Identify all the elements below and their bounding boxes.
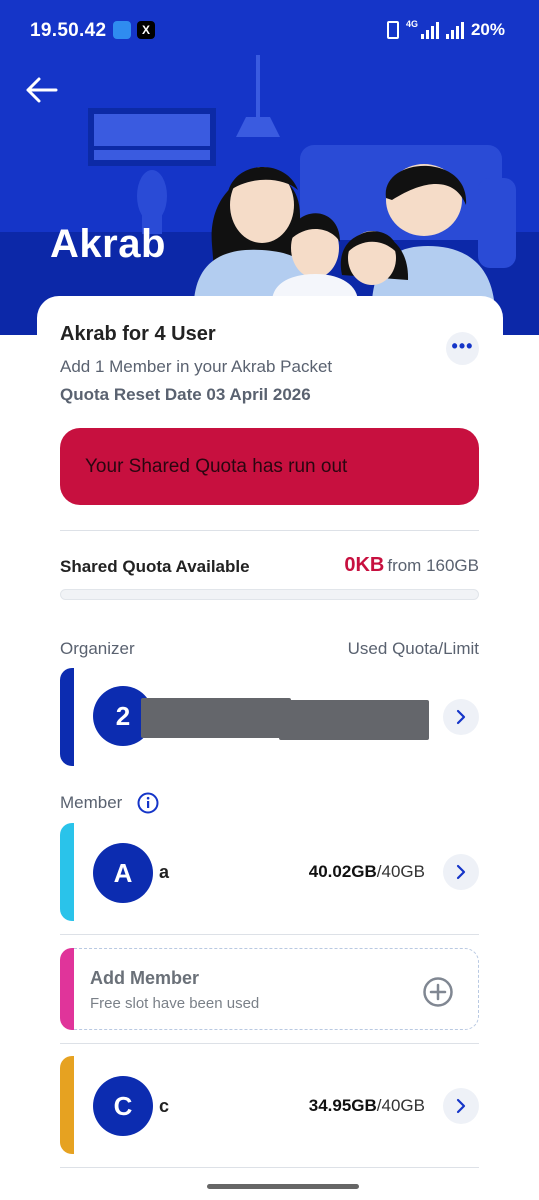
member-name: a bbox=[159, 862, 170, 882]
add-member-slot[interactable]: Add Member Free slot have been used bbox=[60, 948, 479, 1030]
used-quota-header: Used Quota/Limit bbox=[347, 639, 479, 658]
member-limit: /40GB bbox=[376, 1096, 425, 1115]
plan-title: Akrab for 4 User bbox=[60, 323, 216, 345]
divider bbox=[60, 1167, 479, 1168]
add-member-title: Add Member bbox=[90, 968, 200, 988]
chevron-right-icon bbox=[456, 864, 466, 880]
plan-subtitle: Add 1 Member in your Akrab Packet bbox=[60, 357, 333, 376]
member-avatar: C bbox=[93, 1076, 153, 1136]
member-usage: 34.95GB/40GB bbox=[309, 1096, 425, 1116]
member-label: Member bbox=[60, 793, 123, 812]
member-used: 40.02GB bbox=[308, 862, 377, 881]
signal-icon-2 bbox=[445, 21, 464, 39]
redacted-name bbox=[141, 698, 291, 738]
add-member-accent bbox=[60, 948, 74, 1030]
x-app-icon: X bbox=[137, 21, 155, 39]
home-indicator[interactable] bbox=[207, 1184, 359, 1189]
shared-quota-progress bbox=[60, 589, 479, 600]
status-right: 4G 20% bbox=[386, 19, 505, 40]
chevron-right-icon bbox=[456, 1098, 466, 1114]
member-limit: /40GB bbox=[376, 862, 425, 881]
more-options-button[interactable]: ••• bbox=[446, 332, 479, 365]
chevron-right-icon bbox=[456, 709, 466, 725]
member-used: 34.95GB bbox=[308, 1096, 377, 1115]
page-title: Akrab bbox=[50, 222, 166, 266]
battery-level: 20% bbox=[470, 20, 505, 39]
member-avatar: A bbox=[93, 843, 153, 903]
signal-icon bbox=[420, 21, 439, 39]
app-notification-icon bbox=[113, 21, 131, 39]
redacted-usage bbox=[279, 700, 429, 740]
member-detail-button[interactable] bbox=[443, 854, 479, 890]
arrow-left-icon bbox=[26, 77, 58, 103]
info-icon[interactable] bbox=[137, 792, 159, 814]
vibrate-icon bbox=[386, 21, 399, 39]
status-bar: 19.50.42 X 4G 20% bbox=[0, 0, 539, 62]
shared-quota-available: 0KB bbox=[344, 554, 385, 576]
organizer-accent bbox=[60, 668, 74, 766]
member-accent bbox=[60, 823, 74, 921]
status-time: 19.50.42 bbox=[30, 20, 107, 41]
add-member-subtitle: Free slot have been used bbox=[90, 995, 260, 1012]
hero-banner: 19.50.42 X 4G 20% Akrab bbox=[0, 0, 539, 335]
shared-quota-total: from 160GB bbox=[387, 556, 479, 575]
screen: 19.50.42 X 4G 20% Akrab Akrab for 4 User… bbox=[0, 0, 539, 1200]
organizer-label: Organizer bbox=[60, 639, 135, 658]
shared-quota-label: Shared Quota Available bbox=[60, 557, 250, 576]
member-accent bbox=[60, 1056, 74, 1154]
back-button[interactable] bbox=[24, 72, 64, 108]
divider bbox=[60, 530, 479, 531]
shared-quota-value: 0KB from 160GB bbox=[344, 554, 479, 577]
network-type: 4G bbox=[405, 19, 418, 29]
plan-card: Akrab for 4 User Add 1 Member in your Ak… bbox=[37, 296, 503, 1200]
quota-reset-date: Quota Reset Date 03 April 2026 bbox=[60, 385, 311, 404]
divider bbox=[60, 1043, 479, 1044]
more-dots-icon: ••• bbox=[451, 336, 474, 356]
add-circle-icon[interactable] bbox=[422, 976, 454, 1008]
member-name: c bbox=[159, 1096, 170, 1116]
divider bbox=[60, 934, 479, 935]
member-detail-button[interactable] bbox=[443, 1088, 479, 1124]
quota-alert-banner: Your Shared Quota has run out bbox=[60, 428, 479, 505]
organizer-detail-button[interactable] bbox=[443, 699, 479, 735]
member-usage: 40.02GB/40GB bbox=[309, 862, 425, 882]
